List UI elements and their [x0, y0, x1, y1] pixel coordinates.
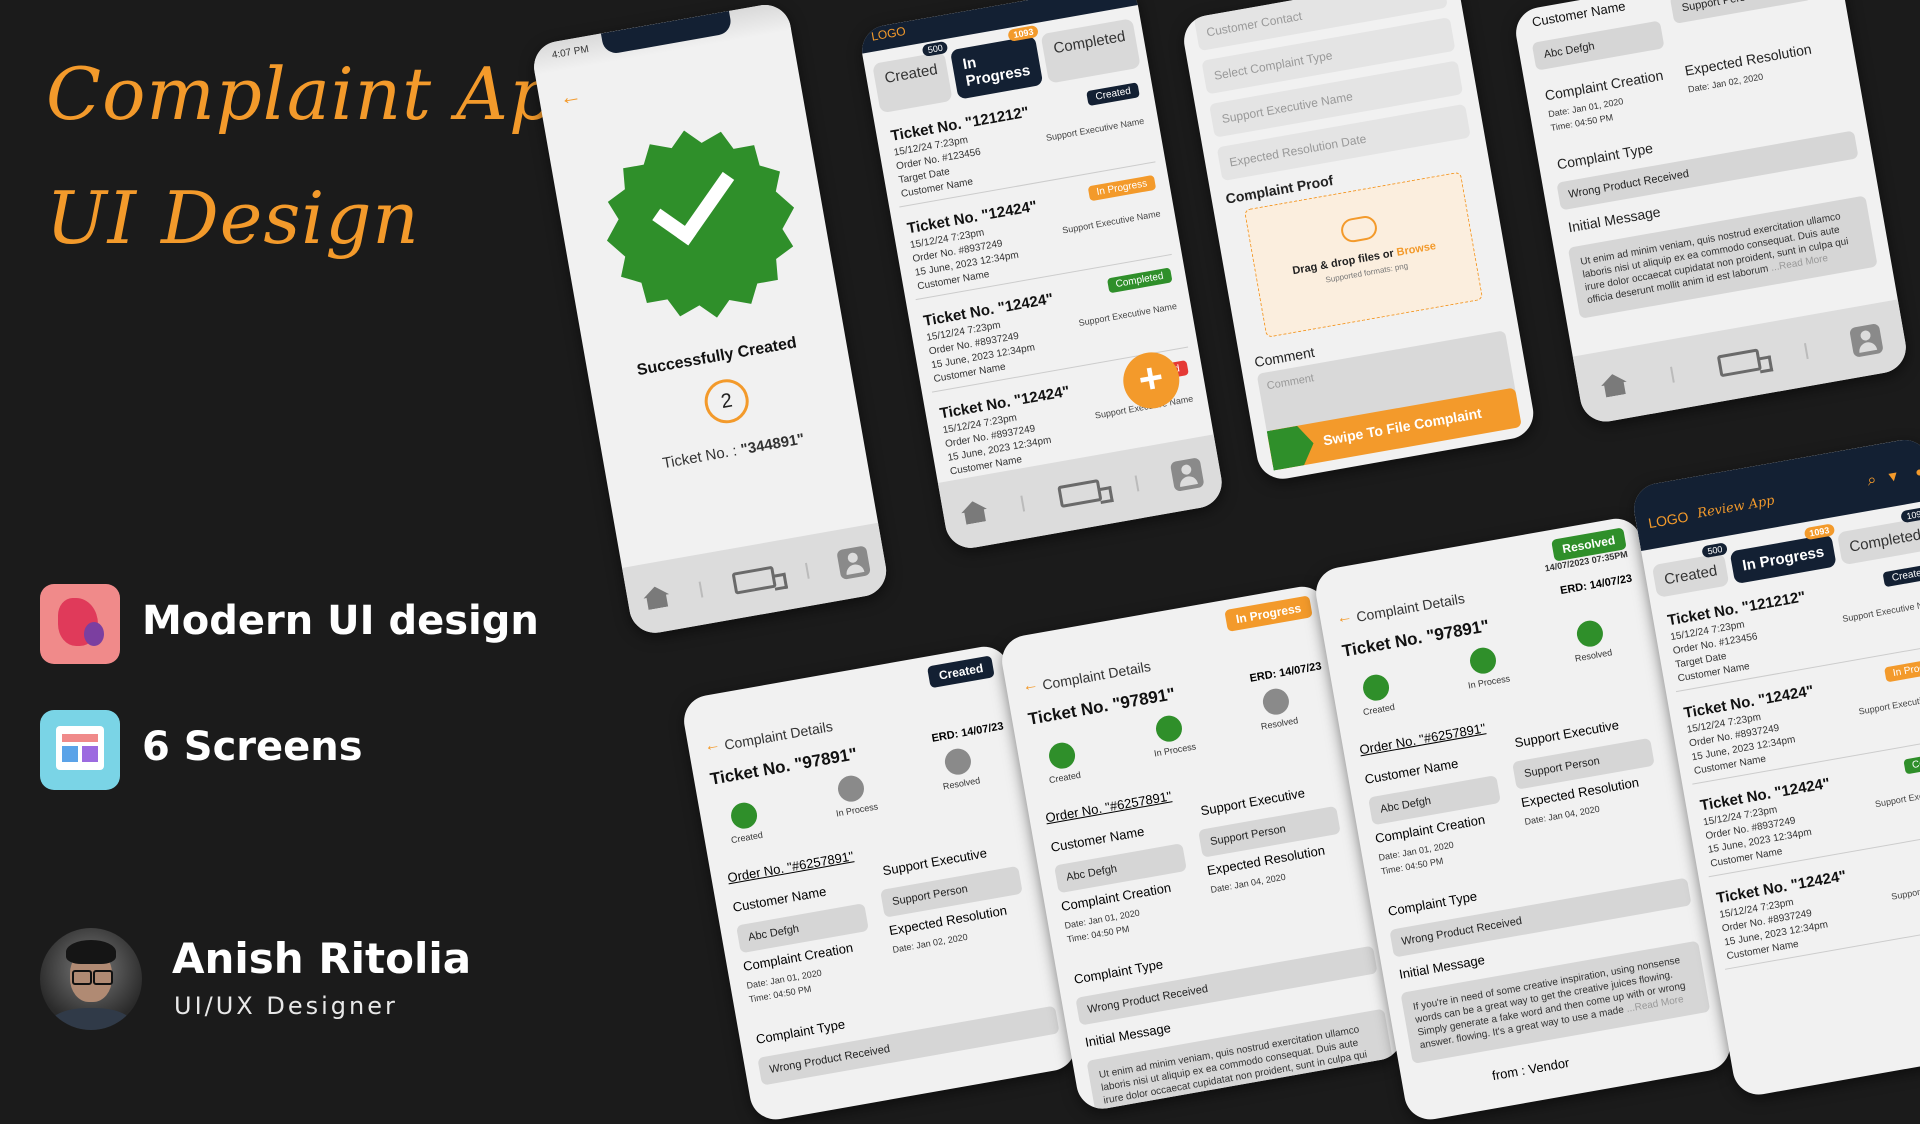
step-label-created: Created — [1048, 769, 1082, 786]
back-arrow-icon[interactable]: ← — [557, 82, 583, 111]
detail-header: Complaint Details — [1355, 590, 1466, 625]
logo: LOGO — [1647, 508, 1690, 532]
profile-icon[interactable] — [1169, 457, 1205, 492]
step-label-created: Created — [730, 829, 764, 846]
author-name: Anish Ritolia — [172, 934, 472, 983]
step-label-in-process: In Process — [835, 801, 879, 819]
truck-icon[interactable] — [1057, 479, 1103, 508]
customer-label: Customer Name — [731, 883, 828, 915]
step-created-icon — [1360, 672, 1392, 703]
creation-label: Complaint Creation — [1543, 66, 1665, 104]
tab-completed[interactable]: Completed — [1040, 18, 1141, 84]
back-arrow-icon[interactable]: ← — [1021, 676, 1040, 697]
cloud-upload-icon — [1339, 214, 1379, 245]
ticket-list-screen: LOGO Created 500 In Progress 1093 Complete… — [858, 0, 1226, 552]
step-in-process-icon — [1153, 713, 1185, 744]
author-role: UI/UX Designer — [174, 992, 398, 1020]
step-created-icon — [728, 800, 760, 831]
bottom-nav — [1572, 299, 1910, 426]
tab-created[interactable]: Created 500 — [872, 40, 954, 114]
customer-label: Customer Name — [1530, 0, 1627, 30]
step-resolved-icon — [1260, 686, 1291, 717]
success-check-icon — [590, 114, 810, 334]
msg-label: Initial Message — [1566, 203, 1662, 236]
executive-chip: Support Person — [1669, 0, 1813, 24]
msg-label: Initial Message — [1397, 952, 1486, 982]
step-in-process-icon — [1467, 645, 1499, 676]
step-label-in-process: In Process — [1153, 741, 1197, 759]
detail-header: Complaint Details — [723, 718, 834, 753]
avatar — [40, 928, 142, 1030]
step-label-resolved: Resolved — [1260, 715, 1299, 732]
customer-label: Customer Name — [1363, 755, 1460, 787]
tab-created[interactable]: Created 500 — [1651, 542, 1730, 598]
home-icon[interactable] — [960, 499, 989, 525]
type-chip: Wrong Product Received — [1389, 877, 1692, 958]
profile-icon[interactable] — [836, 545, 872, 580]
from-label: from : Vendor — [1490, 1054, 1571, 1084]
customer-label: Customer Name — [1049, 823, 1146, 855]
home-icon[interactable] — [642, 584, 671, 610]
order-link[interactable]: Order No. "#6257891" — [1358, 720, 1486, 757]
status-badge: Created — [927, 655, 995, 689]
success-title: Successfully Created — [635, 334, 798, 380]
ticket-status-badge: Completed — [1902, 748, 1920, 775]
swipe-handle-icon[interactable] — [1267, 424, 1317, 471]
profile-icon[interactable] — [1849, 323, 1884, 358]
customer-chip: Abc Defgh — [1531, 20, 1665, 71]
feature-modern-ui: Modern UI design — [142, 598, 539, 644]
step-label-resolved: Resolved — [1574, 647, 1613, 664]
success-screen: 4:07 PM ← Successfully Created 2 Ticket … — [530, 0, 891, 637]
bell-icon[interactable]: ● — [1914, 463, 1920, 480]
type-label: Complaint Type — [1072, 956, 1165, 987]
type-chip: Wrong Product Received — [1075, 945, 1378, 1026]
order-link[interactable]: Order No. "#6257891" — [1044, 788, 1172, 825]
filter-icon[interactable]: ▼ — [1885, 467, 1901, 485]
step-label-in-process: In Process — [1467, 673, 1511, 691]
back-arrow-icon[interactable]: ← — [1335, 608, 1354, 629]
back-arrow-icon[interactable]: ← — [703, 736, 722, 757]
initial-message: Ut enim ad minim veniam, quis nostrud ex… — [1086, 1008, 1397, 1113]
tab-completed[interactable]: Completed 1093 — [1836, 506, 1920, 566]
step-resolved-icon — [942, 746, 973, 777]
search-icon[interactable]: ⌕ — [1866, 471, 1878, 490]
detail-erd: ERD: 14/07/23 — [930, 720, 1005, 745]
step-in-process-icon — [835, 773, 867, 804]
detail-erd: ERD: 14/07/23 — [1559, 572, 1634, 598]
palette-icon — [40, 584, 120, 664]
screens-icon — [40, 710, 120, 790]
truck-icon[interactable] — [731, 565, 777, 595]
count-circle: 2 — [701, 375, 753, 427]
status-badge: In Progress — [1224, 595, 1313, 632]
step-label-created: Created — [1362, 701, 1396, 718]
type-chip: Wrong Product Received — [757, 1005, 1060, 1086]
hero-title-line2: UI Design — [46, 176, 420, 260]
step-resolved-icon — [1574, 618, 1605, 649]
detail-erd: ERD: 14/07/23 — [1248, 660, 1323, 685]
truck-icon[interactable] — [1716, 348, 1762, 378]
ticket-number: "344891" — [739, 430, 806, 459]
ticket-label: Ticket No. : — [661, 442, 739, 473]
home-icon[interactable] — [1599, 372, 1628, 398]
msg-label: Initial Message — [1083, 1020, 1172, 1050]
step-created-icon — [1046, 740, 1078, 771]
logo: LOGO — [870, 23, 907, 44]
type-chip: Wrong Product Received — [1556, 130, 1859, 211]
step-label-resolved: Resolved — [942, 775, 981, 792]
detail-header: Complaint Details — [1041, 658, 1152, 693]
tab-in-progress[interactable]: In Progress 1093 — [950, 24, 1044, 100]
tab-in-progress[interactable]: In Progress 1093 — [1729, 523, 1837, 585]
ticket-list: Ticket No. "121212" 15/12/24 7:23pm Order … — [875, 76, 1215, 487]
bottom-nav — [622, 522, 891, 637]
complaint-form-screen: Customer Contact Select Complaint Type S… — [1180, 0, 1538, 483]
order-link[interactable]: Order No. "#6257891" — [726, 848, 854, 885]
app-name: Review App — [1696, 493, 1776, 522]
type-label: Complaint Type — [1386, 888, 1479, 919]
type-label: Complaint Type — [754, 1016, 847, 1047]
hero-title-line1: Complaint App — [46, 52, 604, 136]
detail-screen-right: Customer Name Abc Defgh Support Person C… — [1512, 0, 1910, 426]
feature-screens: 6 Screens — [142, 724, 363, 770]
